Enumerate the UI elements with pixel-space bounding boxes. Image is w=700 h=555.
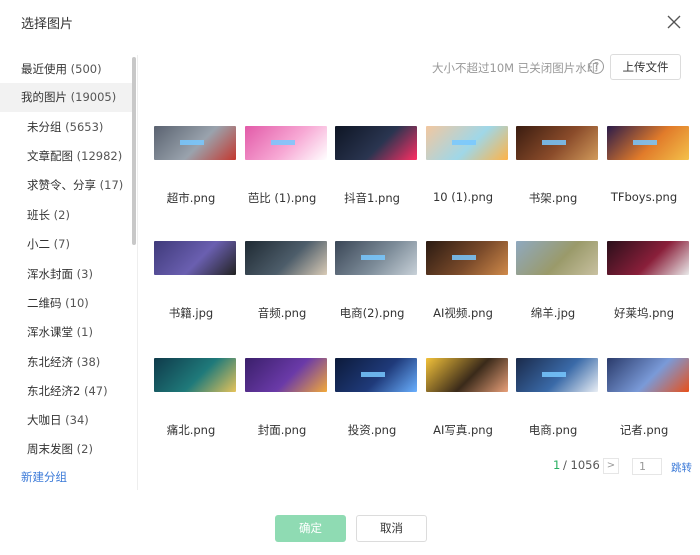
image-thumbnail[interactable] — [154, 126, 236, 160]
new-group-link[interactable]: 新建分组 — [21, 469, 67, 485]
sidebar-item[interactable]: 最近使用 (500) — [0, 55, 132, 84]
sidebar-item-count: (10) — [65, 296, 89, 310]
thumbnail-banner — [542, 140, 566, 145]
image-thumbnail[interactable] — [245, 241, 327, 275]
thumbnail-banner — [271, 140, 295, 145]
page-jump-input[interactable] — [632, 458, 662, 475]
sidebar-item-label: 二维码 — [27, 296, 62, 310]
sidebar-item[interactable]: 求赞令、分享 (17) — [0, 171, 132, 200]
sidebar-item-count: (2) — [76, 442, 93, 456]
sidebar-item-count: (1) — [76, 325, 93, 339]
sidebar-item-count: (3) — [76, 267, 93, 281]
thumbnail-banner — [361, 255, 385, 260]
sidebar-item[interactable]: 我的图片 (19005) — [0, 83, 132, 112]
sidebar-item[interactable]: 大咖日 (34) — [0, 406, 132, 435]
image-thumbnail[interactable] — [335, 126, 417, 160]
sidebar-item-label: 我的图片 — [21, 90, 67, 104]
sidebar-item-label: 班长 — [27, 208, 50, 222]
sidebar-item[interactable]: 小二 (7) — [0, 230, 132, 259]
image-thumbnail[interactable] — [154, 358, 236, 392]
sidebar-item[interactable]: 班长 (2) — [0, 201, 132, 230]
image-thumbnail[interactable] — [516, 358, 598, 392]
image-picker-dialog: 选择图片 周末发图 (2) 大咖日 (34) 东北经济2 (47) 东北经济 (38)… — [0, 0, 700, 555]
sidebar-item[interactable]: 文章配图 (12982) — [0, 142, 132, 171]
sidebar-item-count: (5653) — [65, 120, 104, 134]
dialog-title: 选择图片 — [21, 17, 74, 32]
sidebar-scrollbar[interactable] — [132, 57, 136, 245]
sidebar-item[interactable]: 未分组 (5653) — [0, 113, 132, 142]
thumbnail-banner — [180, 140, 204, 145]
sidebar-item-label: 求赞令、分享 — [27, 178, 96, 192]
sidebar-item-count: (47) — [83, 384, 108, 398]
upload-hint: 大小不超过10M 已关闭图片水印 — [432, 61, 599, 75]
sidebar-item-count: (12982) — [76, 149, 123, 163]
sidebar-item-label: 东北经济 — [27, 355, 73, 369]
sidebar-item-label: 大咖日 — [27, 413, 62, 427]
sidebar-item-count: (500) — [70, 62, 102, 76]
sidebar-item-count: (34) — [65, 413, 89, 427]
confirm-button[interactable]: 确定 — [275, 515, 346, 542]
image-thumbnail[interactable] — [154, 241, 236, 275]
thumbnail-banner — [452, 255, 476, 260]
image-thumbnail[interactable] — [426, 126, 508, 160]
image-filename: TFboys.png — [610, 190, 678, 204]
sidebar-item[interactable]: 东北经济2 (47) — [0, 377, 132, 406]
total-pages: / 1056 — [563, 458, 600, 472]
sidebar-item[interactable]: 东北经济 (38) — [0, 348, 132, 377]
image-filename: 记者.png — [619, 423, 669, 437]
image-thumbnail[interactable] — [516, 241, 598, 275]
image-thumbnail[interactable] — [516, 126, 598, 160]
image-thumbnail[interactable] — [607, 358, 689, 392]
sidebar-item[interactable]: 浑水课堂 (1) — [0, 318, 132, 347]
image-thumbnail[interactable] — [335, 358, 417, 392]
thumbnail-banner — [633, 140, 657, 145]
current-page: 1 — [553, 458, 561, 472]
page-jump-button[interactable]: 跳转 — [671, 460, 692, 475]
group-sidebar: 周末发图 (2) 大咖日 (34) 东北经济2 (47) 东北经济 (38) 浑水课堂 … — [0, 55, 138, 490]
image-grid: 超市.png 芭比 (1).png 抖音1.png 10 (1).png 书架.png T… — [150, 118, 695, 463]
next-page-button[interactable]: > — [603, 458, 619, 474]
upload-button[interactable]: 上传文件 — [610, 54, 681, 80]
image-thumbnail[interactable] — [335, 241, 417, 275]
sidebar-item[interactable]: 浑水封面 (3) — [0, 260, 132, 289]
image-thumbnail[interactable] — [607, 126, 689, 160]
image-thumbnail[interactable] — [426, 241, 508, 275]
sidebar-item-label: 最近使用 — [21, 62, 67, 76]
sidebar-item-label: 浑水课堂 — [27, 325, 73, 339]
thumbnail-banner — [361, 372, 385, 377]
image-thumbnail[interactable] — [245, 358, 327, 392]
image-thumbnail[interactable] — [607, 241, 689, 275]
sidebar-item-count: (7) — [53, 237, 70, 251]
cancel-button[interactable]: 取消 — [356, 515, 427, 542]
sidebar-item-label: 东北经济2 — [27, 384, 81, 398]
sidebar-item-label: 周末发图 — [27, 442, 73, 456]
thumbnail-banner — [542, 372, 566, 377]
sidebar-item-label: 浑水封面 — [27, 267, 73, 281]
sidebar-item-count: (19005) — [70, 90, 117, 104]
image-filename: 好莱坞.png — [613, 306, 675, 320]
image-thumbnail[interactable] — [245, 126, 327, 160]
sidebar-item-label: 小二 — [27, 237, 50, 251]
image-thumbnail[interactable] — [426, 358, 508, 392]
sidebar-item-label: 未分组 — [27, 120, 62, 134]
sidebar-item[interactable]: 二维码 (10) — [0, 289, 132, 318]
help-icon[interactable]: ? — [589, 59, 604, 74]
sidebar-item[interactable]: 周末发图 (2) — [0, 435, 132, 464]
sidebar-item-count: (17) — [99, 178, 124, 192]
sidebar-item-count: (2) — [53, 208, 70, 222]
thumbnail-banner — [452, 140, 476, 145]
sidebar-item-count: (38) — [76, 355, 101, 369]
sidebar-item-label: 文章配图 — [27, 149, 73, 163]
close-icon[interactable] — [665, 13, 683, 31]
